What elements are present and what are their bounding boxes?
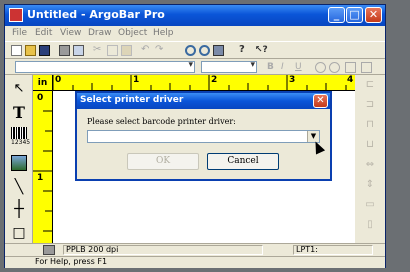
dialog-title: Select printer driver [80,95,184,105]
menu-draw[interactable]: Draw [88,28,112,38]
driver-prompt-label: Please select barcode printer driver: [87,117,236,126]
rotate-right-icon[interactable] [329,62,340,73]
rectangle-tool-icon[interactable]: □ [11,225,27,241]
distribute-icon[interactable] [361,62,372,73]
select-arrow-icon[interactable]: ↖ [11,81,27,97]
zoom-in-icon[interactable] [185,45,196,56]
ruler-left-label-1: 1 [37,173,44,183]
context-help-icon[interactable]: ↖? [255,45,268,56]
tool-palette: ↖ T 12345 ╲ ┼ □ [5,75,33,243]
menu-view[interactable]: View [60,28,81,38]
window-title: Untitled - ArgoBar Pro [27,8,165,21]
ruler-label-2: 2 [211,75,218,85]
menu-object[interactable]: Object [118,28,147,38]
zoom-out-icon[interactable] [199,45,210,56]
align-left-icon[interactable]: ⊏ [362,79,378,93]
center-vertical-icon[interactable]: ⇕ [362,179,378,193]
redo-icon[interactable]: ↷ [155,45,166,56]
save-icon[interactable] [39,45,50,56]
same-width-icon[interactable]: ▭ [362,199,378,213]
ruler-label-1: 1 [133,75,140,85]
ruler-label-3: 3 [289,75,296,85]
same-height-icon[interactable]: ▯ [362,219,378,233]
italic-icon[interactable]: I [281,62,292,73]
layout-toolbar: ⊏ ⊐ ⊓ ⊔ ⇔ ⇕ ▭ ▯ [355,75,385,243]
open-folder-icon[interactable] [25,45,36,56]
printer-name: PPLB 200 dpi [63,245,263,255]
copy-icon[interactable] [107,45,118,56]
zoom-fit-icon[interactable] [213,45,224,56]
dialog-title-bar[interactable]: Select printer driver ✕ [77,93,330,109]
top-ruler [33,75,355,91]
help-icon[interactable]: ? [239,45,250,56]
menu-help[interactable]: Help [153,28,174,38]
mouse-cursor-icon [310,139,326,155]
ruler-label-4: 4 [347,75,354,85]
align-bottom-icon[interactable]: ⊔ [362,139,378,153]
cancel-button[interactable]: Cancel [207,153,279,170]
align-top-icon[interactable]: ⊓ [362,119,378,133]
maximize-button[interactable]: □ [346,7,363,23]
picture-tool-icon[interactable] [11,155,27,171]
select-printer-dialog: Select printer driver ✕ Please select ba… [75,91,332,181]
ruler-label-0: 0 [55,75,62,85]
app-icon[interactable] [9,8,23,22]
print-preview-icon[interactable] [73,45,84,56]
center-horizontal-icon[interactable]: ⇔ [362,159,378,173]
menu-bar: File Edit View Draw Object Help [5,26,385,40]
menu-file[interactable]: File [12,28,27,38]
underline-icon[interactable]: U [295,62,306,73]
align-icon[interactable] [345,62,356,73]
cross-line-tool-icon[interactable]: ┼ [11,201,27,217]
printer-status-bar: PPLB 200 dpi LPT1: [5,243,385,256]
line-tool-icon[interactable]: ╲ [11,179,27,195]
minimize-button[interactable]: _ [328,7,345,23]
printer-port: LPT1: [293,245,373,255]
barcode-caption: 12345 [11,139,31,146]
menu-edit[interactable]: Edit [35,28,52,38]
printer-icon[interactable] [43,245,55,255]
format-toolbar: B I U [5,59,385,75]
title-bar[interactable]: Untitled - ArgoBar Pro _ □ ✕ [5,5,385,26]
font-name-combo[interactable] [15,60,195,73]
ok-button[interactable]: OK [127,153,199,170]
barcode-tool-icon[interactable]: 12345 [11,127,31,147]
paste-icon[interactable] [121,45,132,56]
cut-icon[interactable]: ✂ [93,45,104,56]
font-size-combo[interactable] [201,60,257,73]
print-icon[interactable] [59,45,70,56]
standard-toolbar: ✂ ↶ ↷ ? ↖? [5,41,385,59]
align-right-icon[interactable]: ⊐ [362,99,378,113]
ruler-left-label-0: 0 [37,93,44,103]
text-tool-icon[interactable]: T [11,105,27,121]
status-bar: For Help, press F1 [5,256,385,268]
new-file-icon[interactable] [11,45,22,56]
printer-driver-select[interactable]: ▼ [87,130,320,143]
bold-icon[interactable]: B [267,62,278,73]
close-button[interactable]: ✕ [365,7,382,23]
left-ruler [33,91,53,243]
rotate-left-icon[interactable] [315,62,326,73]
help-status-text: For Help, press F1 [35,257,108,266]
ruler-unit: in [33,75,53,91]
dialog-close-button[interactable]: ✕ [313,94,328,108]
undo-icon[interactable]: ↶ [141,45,152,56]
